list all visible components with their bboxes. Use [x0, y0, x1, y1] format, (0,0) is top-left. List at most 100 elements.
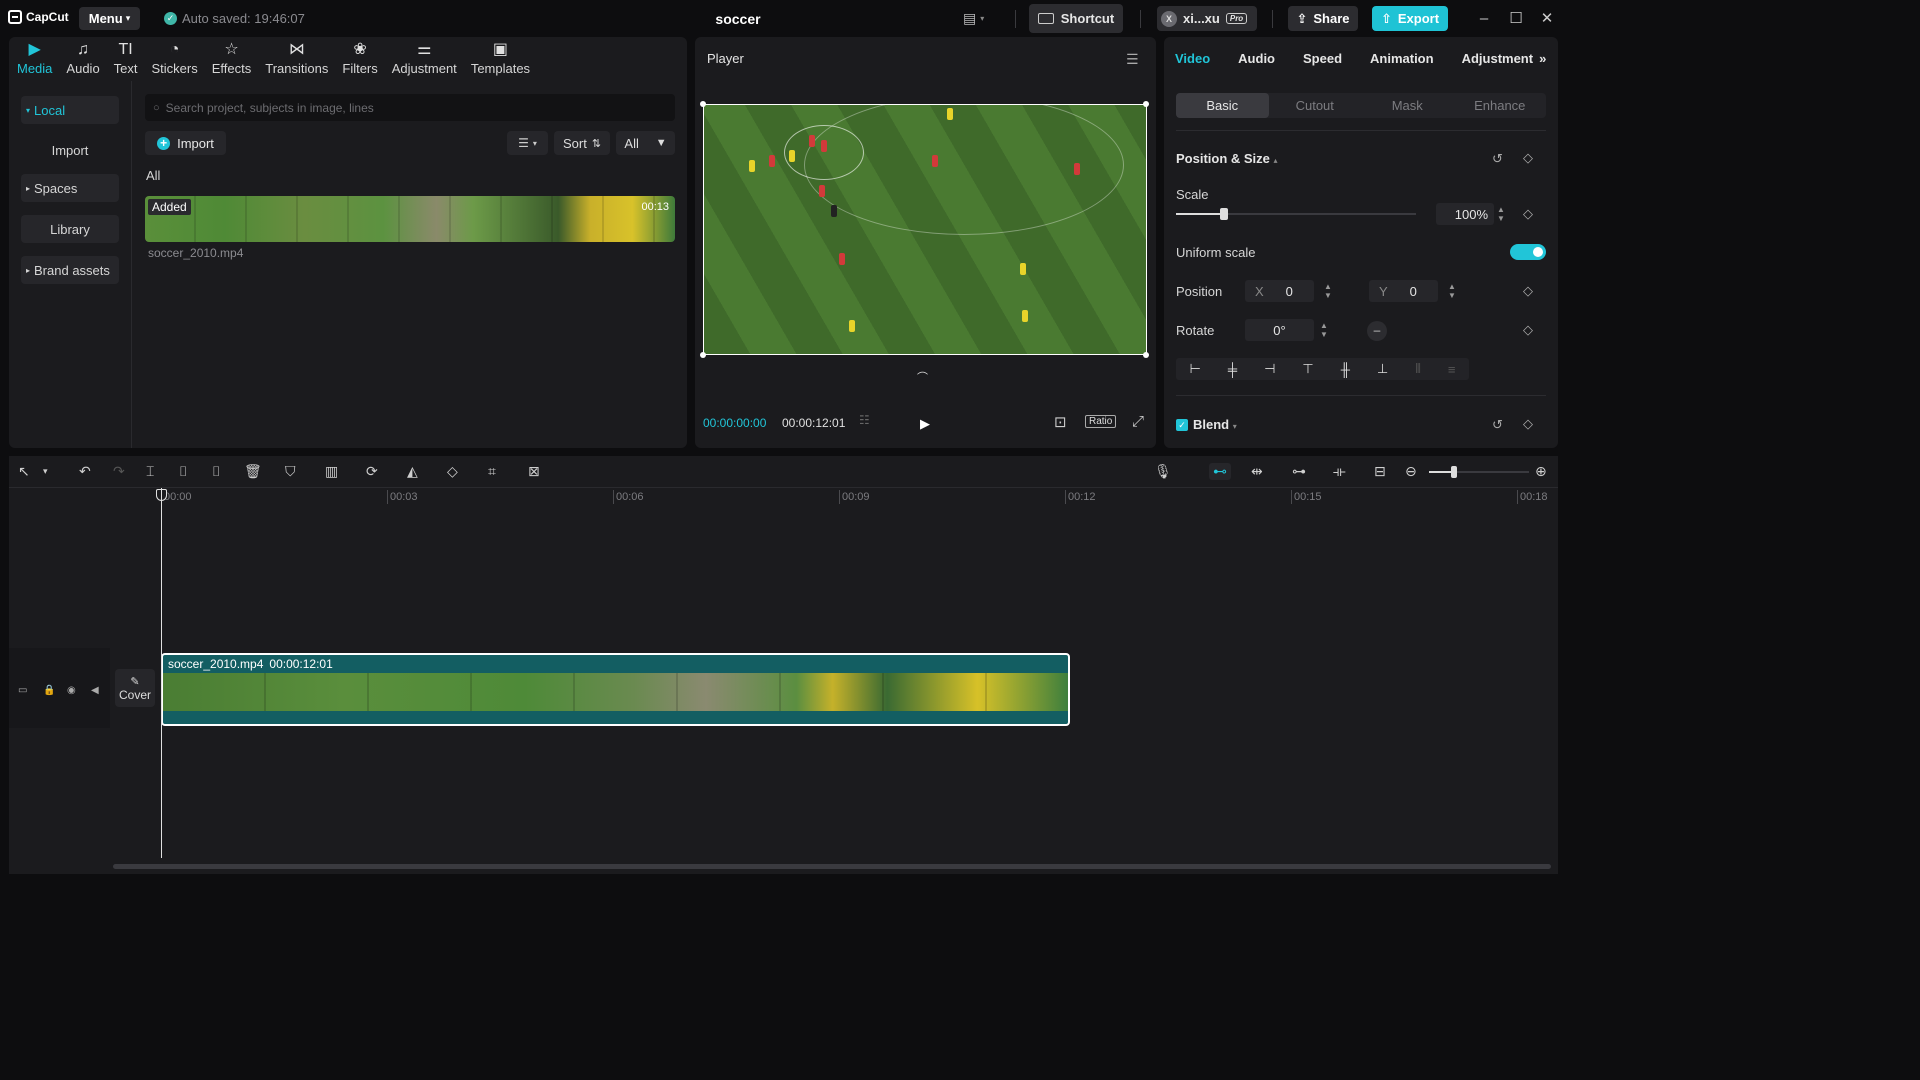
- lock-icon[interactable]: 🔒: [43, 685, 55, 696]
- position-x-stepper[interactable]: ▲ ▼: [1321, 280, 1335, 302]
- tab-adjustment[interactable]: ⚌ Adjustment: [392, 37, 457, 81]
- tab-audio[interactable]: ♫ Audio: [66, 37, 99, 81]
- slider-knob[interactable]: [1451, 466, 1457, 478]
- keyframe-icon[interactable]: ◇: [1523, 416, 1533, 432]
- blend-section[interactable]: Blend ▾: [1193, 417, 1237, 432]
- preview-axis-icon[interactable]: ⟛: [1333, 463, 1346, 480]
- sidebar-item-brand-assets[interactable]: ▸ Brand assets: [21, 256, 119, 284]
- crop-icon[interactable]: ⌗: [488, 463, 496, 480]
- auto-reframe-icon[interactable]: ⊠: [528, 463, 540, 480]
- layout-button[interactable]: ▤ ▾: [963, 9, 1003, 27]
- share-button[interactable]: ⇪ Share: [1288, 6, 1358, 31]
- resize-handle[interactable]: [1143, 352, 1149, 358]
- timecode-grid-icon[interactable]: ☷: [859, 413, 870, 427]
- keyframe-icon[interactable]: ◇: [1523, 206, 1533, 222]
- scale-stepper[interactable]: ▲ ▼: [1494, 203, 1508, 225]
- reset-icon[interactable]: ↺: [1492, 417, 1503, 433]
- tab-text[interactable]: TI Text: [114, 37, 138, 81]
- main-track-magnet-icon[interactable]: ⊷: [1209, 463, 1231, 480]
- user-account-button[interactable]: X xi...xu Pro: [1157, 6, 1257, 31]
- eye-icon[interactable]: ◉: [67, 685, 76, 696]
- media-item-thumbnail[interactable]: Added 00:13: [145, 196, 675, 242]
- timeline-ruler[interactable]: 00:00 00:03 00:06 00:09 00:12 00:15 00:18: [9, 488, 1558, 508]
- auto-snapping-icon[interactable]: ⇹: [1251, 463, 1263, 480]
- cover-button[interactable]: ✎ Cover: [115, 669, 155, 707]
- align-bottom-icon[interactable]: ⊥: [1377, 361, 1388, 377]
- select-tool-icon[interactable]: ↖: [18, 463, 30, 480]
- zoom-out-icon[interactable]: ⊖: [1405, 463, 1417, 480]
- mirror-icon[interactable]: ◭: [407, 463, 418, 480]
- freeze-frame-icon[interactable]: ▥: [325, 463, 338, 480]
- zoom-to-fit-icon[interactable]: ⊟: [1374, 463, 1386, 480]
- sidebar-item-local[interactable]: ▾ Local: [21, 96, 119, 124]
- position-y-input[interactable]: Y 0: [1369, 280, 1438, 302]
- tab-audio[interactable]: Audio: [1238, 51, 1275, 66]
- align-center-vertical-icon[interactable]: ╫: [1341, 362, 1350, 377]
- filter-button[interactable]: All ▼: [616, 131, 675, 155]
- chevron-down-icon[interactable]: ▾: [43, 466, 48, 477]
- reset-icon[interactable]: ↺: [1492, 151, 1503, 167]
- microphone-icon[interactable]: 🎙: [1154, 463, 1172, 480]
- rotate-handle-icon[interactable]: ⌒: [917, 369, 928, 385]
- speaker-icon[interactable]: ◀: [91, 685, 99, 696]
- blend-checkbox[interactable]: ✓: [1176, 419, 1188, 431]
- rotate-stepper[interactable]: ▲ ▼: [1317, 319, 1331, 341]
- distribute-vertical-icon[interactable]: ≡: [1448, 362, 1456, 377]
- tab-animation[interactable]: Animation: [1370, 51, 1434, 66]
- uniform-scale-toggle[interactable]: [1510, 244, 1546, 260]
- view-mode-button[interactable]: ☰ ▾: [507, 131, 548, 155]
- linkage-icon[interactable]: ⊶: [1292, 463, 1306, 480]
- playhead[interactable]: [161, 488, 162, 858]
- align-top-icon[interactable]: ⊤: [1302, 361, 1313, 377]
- marker-icon[interactable]: ⛉: [285, 463, 296, 480]
- shortcut-button[interactable]: Shortcut: [1029, 4, 1123, 33]
- fullscreen-icon[interactable]: ⤢: [1132, 413, 1144, 430]
- export-button[interactable]: ⇧ Export: [1372, 6, 1448, 31]
- rotate-input[interactable]: 0°: [1245, 319, 1314, 341]
- sort-button[interactable]: Sort ⇅: [554, 131, 610, 155]
- video-clip[interactable]: soccer_2010.mp4 00:00:12:01: [161, 653, 1070, 726]
- section-position-size[interactable]: Position & Size ▴: [1176, 151, 1278, 166]
- subtab-enhance[interactable]: Enhance: [1454, 93, 1547, 118]
- tab-media[interactable]: ▶ Media: [17, 37, 52, 81]
- resize-handle[interactable]: [700, 101, 706, 107]
- keyframe-icon[interactable]: ◇: [1523, 150, 1533, 166]
- tab-stickers[interactable]: ◔ Stickers: [152, 37, 198, 81]
- resize-handle[interactable]: [1143, 101, 1149, 107]
- position-x-input[interactable]: X 0: [1245, 280, 1314, 302]
- scale-slider[interactable]: [1176, 208, 1416, 220]
- tab-speed[interactable]: Speed: [1303, 51, 1342, 66]
- align-center-horizontal-icon[interactable]: ╪: [1228, 362, 1237, 377]
- timeline-area[interactable]: 00:00 00:03 00:06 00:09 00:12 00:15 00:18 ▭ 🔒 …: [9, 488, 1558, 874]
- search-input[interactable]: ○ Search project, subjects in image, lin…: [145, 94, 675, 121]
- undo-icon[interactable]: ↶: [79, 463, 91, 480]
- keyframe-icon[interactable]: ◇: [1523, 322, 1533, 338]
- slider-knob[interactable]: [1220, 208, 1228, 220]
- play-button[interactable]: ▶: [920, 416, 934, 431]
- tab-effects[interactable]: ☆ Effects: [212, 37, 252, 81]
- zoom-fit-icon[interactable]: ⊡: [1054, 413, 1067, 431]
- delete-right-icon[interactable]: ⌷: [212, 463, 220, 480]
- rotate-icon[interactable]: ◇: [447, 463, 458, 480]
- tab-templates[interactable]: ▣ Templates: [471, 37, 530, 81]
- track-toggle-icon[interactable]: ▭: [18, 685, 27, 696]
- maximize-icon[interactable]: ☐: [1506, 9, 1526, 29]
- video-preview[interactable]: [703, 104, 1147, 355]
- keyframe-icon[interactable]: ◇: [1523, 283, 1533, 299]
- tab-video[interactable]: Video: [1175, 51, 1210, 66]
- align-right-icon[interactable]: ⊣: [1264, 361, 1275, 377]
- close-icon[interactable]: ✕: [1537, 9, 1557, 29]
- resize-handle[interactable]: [700, 352, 706, 358]
- split-icon[interactable]: ⌶: [146, 463, 154, 480]
- tab-adjustment[interactable]: Adjustment: [1462, 51, 1534, 66]
- delete-icon[interactable]: 🗑: [244, 463, 262, 480]
- redo-icon[interactable]: ↷: [113, 463, 125, 480]
- sidebar-item-spaces[interactable]: ▸ Spaces: [21, 174, 119, 202]
- subtab-cutout[interactable]: Cutout: [1269, 93, 1362, 118]
- project-title[interactable]: soccer: [700, 11, 776, 27]
- delete-left-icon[interactable]: ⌷: [179, 463, 187, 480]
- import-button[interactable]: + Import: [145, 131, 226, 155]
- subtab-basic[interactable]: Basic: [1176, 93, 1269, 118]
- minimize-icon[interactable]: –: [1474, 9, 1494, 29]
- position-y-stepper[interactable]: ▲ ▼: [1445, 280, 1459, 302]
